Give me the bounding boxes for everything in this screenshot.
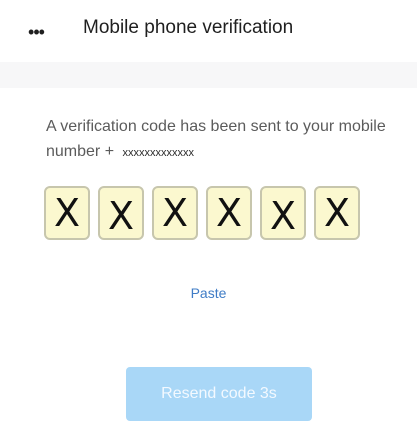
divider-band	[0, 62, 417, 88]
page-title: Mobile phone verification	[83, 17, 294, 38]
more-menu-icon[interactable]: •••	[20, 16, 52, 48]
paste-link[interactable]: Paste	[0, 285, 417, 301]
country-code: +	[104, 143, 115, 160]
code-digit-5[interactable]: X	[260, 186, 306, 240]
top-bar: ••• Mobile phone verification	[0, 0, 417, 62]
code-digit-3[interactable]: X	[152, 186, 198, 240]
resend-code-button[interactable]: Resend code 3s	[126, 367, 312, 421]
code-digit-6[interactable]: X	[314, 186, 360, 240]
masked-phone-number: xxxxxxxxxxxxx	[122, 147, 195, 159]
code-digit-4[interactable]: X	[206, 186, 252, 240]
code-digit-1[interactable]: X	[44, 186, 90, 240]
verification-message: A verification code has been sent to you…	[46, 114, 406, 166]
verification-page: ••• Mobile phone verification A verifica…	[0, 0, 417, 424]
message-text: A verification code has been sent to you…	[46, 118, 386, 160]
code-input-row: X X X X X X	[44, 186, 360, 240]
code-digit-2[interactable]: X	[98, 186, 144, 240]
